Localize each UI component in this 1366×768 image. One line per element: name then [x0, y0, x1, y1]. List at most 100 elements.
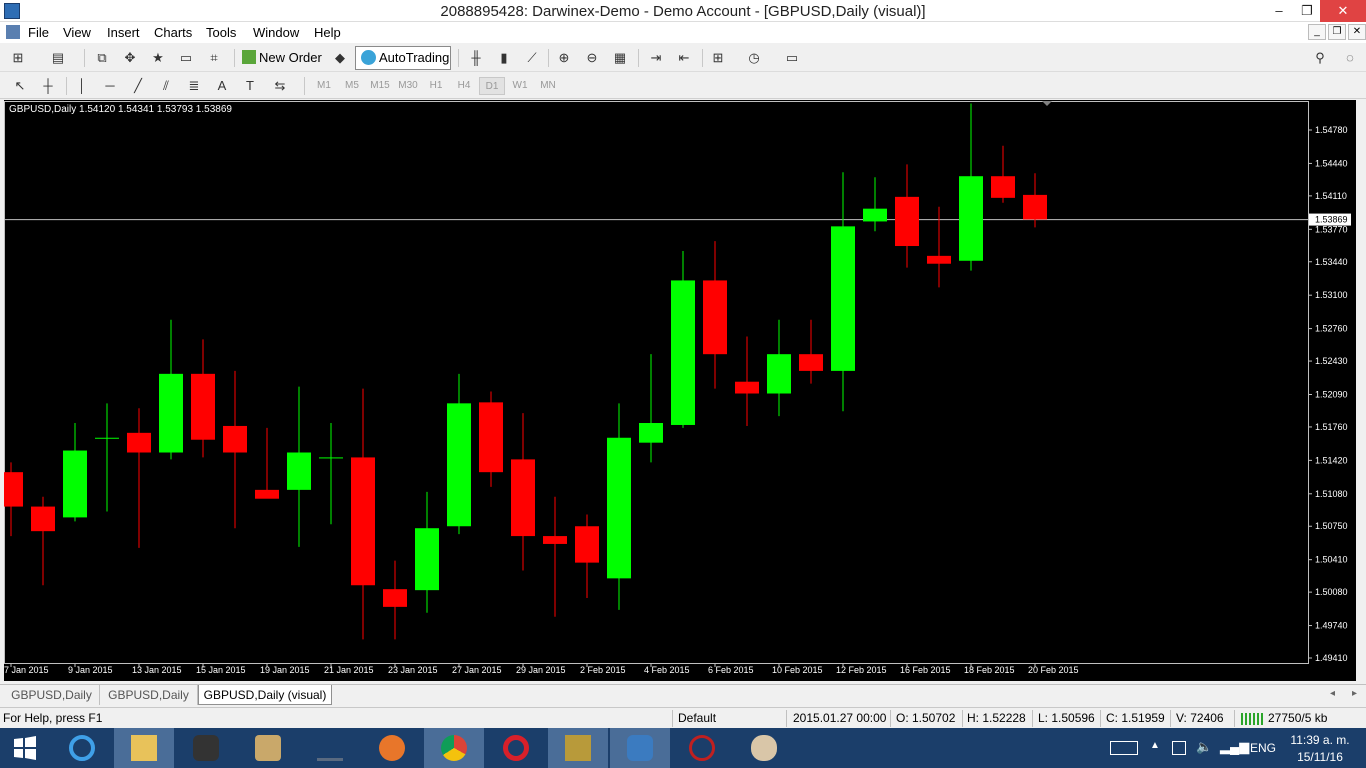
market-watch-icon[interactable]: ⧉	[92, 48, 112, 68]
fibonacci-icon[interactable]: ≣	[184, 76, 204, 96]
windows-taskbar: ▲ 🔈 ▂▄▆ ENG 11:39 a. m. 15/11/16	[0, 728, 1366, 768]
language-indicator[interactable]: ENG	[1250, 741, 1276, 755]
metaeditor-icon[interactable]: ◆	[330, 48, 350, 68]
candlestick-icon[interactable]: ▮	[494, 48, 514, 68]
text-icon[interactable]: A	[212, 76, 232, 96]
window-title: 2088895428: Darwinex-Demo - Demo Account…	[440, 3, 926, 20]
tab-scroll-left-icon[interactable]: ◂	[1330, 688, 1335, 699]
menu-tools[interactable]: Tools	[206, 25, 236, 40]
cursor-icon[interactable]: ↖	[10, 76, 30, 96]
timeframe-d1[interactable]: D1	[479, 77, 505, 95]
mdi-close-button[interactable]: ✕	[1348, 24, 1366, 40]
candlestick-chart[interactable]: GBPUSD,Daily 1.54120 1.54341 1.53793 1.5…	[4, 100, 1356, 681]
timeframe-m15[interactable]: M15	[367, 77, 393, 95]
profiles-icon[interactable]: ▤	[48, 48, 68, 68]
zoom-in-icon[interactable]: ⊕	[554, 48, 574, 68]
maximize-button[interactable]: ❐	[1290, 0, 1324, 22]
clock-date[interactable]: 15/11/16	[1290, 750, 1350, 764]
taskbar-panda[interactable]	[300, 728, 360, 768]
metatrader-icon	[689, 735, 715, 761]
terminal-icon[interactable]: ▭	[176, 48, 196, 68]
new-chart-icon[interactable]: ⊞	[8, 48, 28, 68]
horizontal-line-icon[interactable]: ─	[100, 76, 120, 96]
taskbar-metatrader[interactable]	[672, 728, 732, 768]
vertical-line-icon[interactable]: │	[72, 76, 92, 96]
new-order-label: New Order	[259, 50, 322, 65]
date-tick-label: 2 Feb 2015	[580, 665, 626, 675]
periods-clock-icon[interactable]: ◷	[744, 48, 764, 68]
taskbar-opera[interactable]	[486, 728, 546, 768]
menu-file[interactable]: File	[28, 25, 49, 40]
date-tick-label: 23 Jan 2015	[388, 665, 438, 675]
mdi-document-icon[interactable]	[6, 25, 20, 39]
autotrading-button[interactable]: AutoTrading	[355, 46, 451, 70]
equidistant-channel-icon[interactable]: ⫽	[156, 76, 176, 96]
chart-area[interactable]: GBPUSD,Daily 1.54120 1.54341 1.53793 1.5…	[4, 100, 1356, 681]
taskbar-owl[interactable]	[610, 728, 670, 768]
taskbar-app[interactable]	[548, 728, 608, 768]
menu-insert[interactable]: Insert	[107, 25, 140, 40]
indicators-icon[interactable]: ⊞	[708, 48, 728, 68]
menu-window[interactable]: Window	[253, 25, 299, 40]
candle-body	[191, 373, 215, 440]
data-window-icon[interactable]: ✥	[120, 48, 140, 68]
menu-help[interactable]: Help	[314, 25, 341, 40]
navigator-icon[interactable]: ★	[148, 48, 168, 68]
opera-icon	[503, 735, 529, 761]
taskbar-speaker-app[interactable]	[176, 728, 236, 768]
taskbar-explorer[interactable]	[114, 728, 174, 768]
timeframe-mn[interactable]: MN	[535, 77, 561, 95]
toolbar-separator	[234, 49, 235, 67]
network-icon[interactable]: ▂▄▆	[1220, 739, 1249, 755]
taskbar-firefox[interactable]	[362, 728, 422, 768]
crosshair-icon[interactable]: ┼	[38, 76, 58, 96]
date-tick-label: 6 Feb 2015	[708, 665, 754, 675]
tab-scroll-right-icon[interactable]: ▸	[1352, 688, 1357, 699]
taskbar-ie[interactable]	[52, 728, 112, 768]
zoom-out-icon[interactable]: ⊖	[582, 48, 602, 68]
chart-tab-3[interactable]: GBPUSD,Daily (visual)	[198, 685, 332, 705]
arrows-icon[interactable]: ⇆	[270, 76, 290, 96]
bar-chart-icon[interactable]: ╫	[466, 48, 486, 68]
status-separator	[890, 710, 891, 727]
keyboard-icon[interactable]	[1110, 741, 1138, 755]
chrome-icon	[441, 735, 467, 761]
taskbar-media-app[interactable]	[238, 728, 298, 768]
chart-tab-1[interactable]: GBPUSD,Daily	[4, 685, 100, 705]
search-icon[interactable]: ⚲	[1310, 48, 1330, 68]
menu-view[interactable]: View	[63, 25, 91, 40]
candle-body	[63, 450, 87, 518]
strategy-tester-icon[interactable]: ⌗	[204, 48, 224, 68]
internet-explorer-icon	[69, 735, 95, 761]
line-chart-icon[interactable]: ⟋	[522, 48, 542, 68]
menu-charts[interactable]: Charts	[154, 25, 192, 40]
close-button[interactable]: ✕	[1320, 0, 1366, 22]
clock-time[interactable]: 11:39 a. m.	[1290, 733, 1350, 747]
mdi-minimize-button[interactable]: _	[1308, 24, 1326, 40]
battery-icon[interactable]	[1172, 741, 1186, 755]
timeframe-w1[interactable]: W1	[507, 77, 533, 95]
chat-icon[interactable]: ◌	[1340, 48, 1360, 68]
trendline-icon[interactable]: ╱	[128, 76, 148, 96]
taskbar-chrome[interactable]	[424, 728, 484, 768]
chart-tab-2[interactable]: GBPUSD,Daily	[100, 685, 198, 705]
toolbar-separator	[304, 77, 305, 95]
new-order-button[interactable]: New Order	[240, 47, 324, 69]
timeframe-h1[interactable]: H1	[423, 77, 449, 95]
timeframe-m30[interactable]: M30	[395, 77, 421, 95]
start-button[interactable]	[0, 728, 52, 768]
timeframe-h4[interactable]: H4	[451, 77, 477, 95]
taskbar-paint[interactable]	[734, 728, 794, 768]
candle-body	[607, 437, 631, 579]
timeframe-m1[interactable]: M1	[311, 77, 337, 95]
mdi-restore-button[interactable]: ❐	[1328, 24, 1346, 40]
tile-windows-icon[interactable]: ▦	[610, 48, 630, 68]
chart-shift-icon[interactable]: ⇤	[674, 48, 694, 68]
text-label-icon[interactable]: T	[240, 76, 260, 96]
timeframe-m5[interactable]: M5	[339, 77, 365, 95]
toolbar-separator	[66, 77, 67, 95]
autoscroll-icon[interactable]: ⇥	[646, 48, 666, 68]
volume-icon[interactable]: 🔈	[1196, 739, 1212, 755]
tray-expand-icon[interactable]: ▲	[1150, 740, 1160, 751]
templates-icon[interactable]: ▭	[782, 48, 802, 68]
